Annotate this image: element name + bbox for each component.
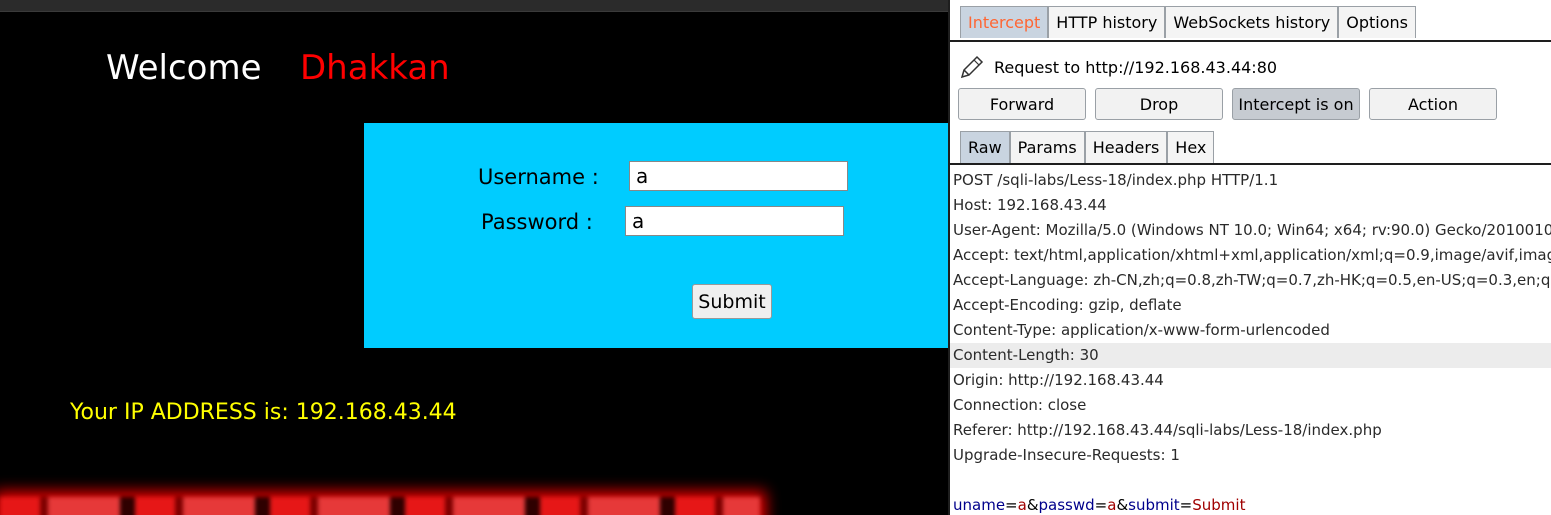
request-target-label: Request to http://192.168.43.44:80: [994, 57, 1278, 77]
request-blank-line[interactable]: [950, 468, 1551, 493]
login-form: Username : a Password : a Submit: [364, 123, 948, 348]
tabs-divider: [950, 40, 1551, 42]
ip-address-text: Your IP ADDRESS is: 192.168.43.44: [70, 400, 457, 425]
username-input[interactable]: a: [629, 161, 848, 191]
pencil-icon: [960, 55, 984, 79]
param-name: passwd: [1038, 496, 1095, 514]
browser-page: Welcome Dhakkan Username : a Password : …: [0, 0, 948, 515]
welcome-heading: Welcome: [106, 48, 262, 88]
request-body[interactable]: uname=a&passwd=a&submit=Submit: [950, 493, 1551, 515]
request-header-accept[interactable]: Accept: text/html,application/xhtml+xml,…: [950, 243, 1551, 268]
tab-hex[interactable]: Hex: [1167, 131, 1215, 163]
raw-request-editor[interactable]: POST /sqli-labs/Less-18/index.php HTTP/1…: [950, 168, 1551, 515]
tab-http-history[interactable]: HTTP history: [1048, 6, 1166, 38]
request-header-referer[interactable]: Referer: http://192.168.43.44/sqli-labs/…: [950, 418, 1551, 443]
proxy-panel: Intercept HTTP history WebSockets histor…: [948, 0, 1551, 515]
action-button[interactable]: Action: [1369, 88, 1497, 120]
password-input[interactable]: a: [625, 206, 844, 236]
request-header-content-length[interactable]: Content-Length: 30: [950, 343, 1551, 368]
tab-headers[interactable]: Headers: [1084, 131, 1168, 163]
tab-raw[interactable]: Raw: [960, 131, 1010, 163]
drop-button[interactable]: Drop: [1095, 88, 1223, 120]
request-header-connection[interactable]: Connection: close: [950, 393, 1551, 418]
intercept-toggle-button[interactable]: Intercept is on: [1232, 88, 1360, 120]
request-target-row: Request to http://192.168.43.44:80: [958, 53, 1277, 81]
tab-params[interactable]: Params: [1009, 131, 1085, 163]
username-label: Username :: [478, 165, 599, 189]
request-header-host[interactable]: Host: 192.168.43.44: [950, 193, 1551, 218]
param-value: a: [1017, 496, 1027, 514]
tab-websockets-history[interactable]: WebSockets history: [1165, 6, 1339, 38]
request-header-user-agent[interactable]: User-Agent: Mozilla/5.0 (Windows NT 10.0…: [950, 218, 1551, 243]
subtabs-divider: [950, 163, 1551, 165]
param-name: uname: [953, 496, 1006, 514]
password-label: Password :: [481, 210, 593, 234]
request-header-upgrade-insecure[interactable]: Upgrade-Insecure-Requests: 1: [950, 443, 1551, 468]
param-name: submit: [1128, 496, 1180, 514]
request-header-content-type[interactable]: Content-Type: application/x-www-form-url…: [950, 318, 1551, 343]
request-header-accept-language[interactable]: Accept-Language: zh-CN,zh;q=0.8,zh-TW;q=…: [950, 268, 1551, 293]
browser-top-bar: [0, 0, 948, 12]
tab-options[interactable]: Options: [1338, 6, 1416, 38]
message-view-tabs: Raw Params Headers Hex: [960, 131, 1215, 163]
glowing-banner-image: [0, 497, 760, 515]
submit-button[interactable]: Submit: [692, 284, 772, 319]
tab-intercept[interactable]: Intercept: [960, 6, 1049, 38]
intercept-actions: Forward Drop Intercept is on Action: [958, 88, 1506, 120]
forward-button[interactable]: Forward: [958, 88, 1086, 120]
request-line[interactable]: POST /sqli-labs/Less-18/index.php HTTP/1…: [950, 168, 1551, 193]
welcome-name: Dhakkan: [300, 48, 450, 88]
request-header-origin[interactable]: Origin: http://192.168.43.44: [950, 368, 1551, 393]
request-header-accept-encoding[interactable]: Accept-Encoding: gzip, deflate: [950, 293, 1551, 318]
proxy-tabs: Intercept HTTP history WebSockets histor…: [960, 6, 1416, 40]
param-value: Submit: [1192, 496, 1246, 514]
